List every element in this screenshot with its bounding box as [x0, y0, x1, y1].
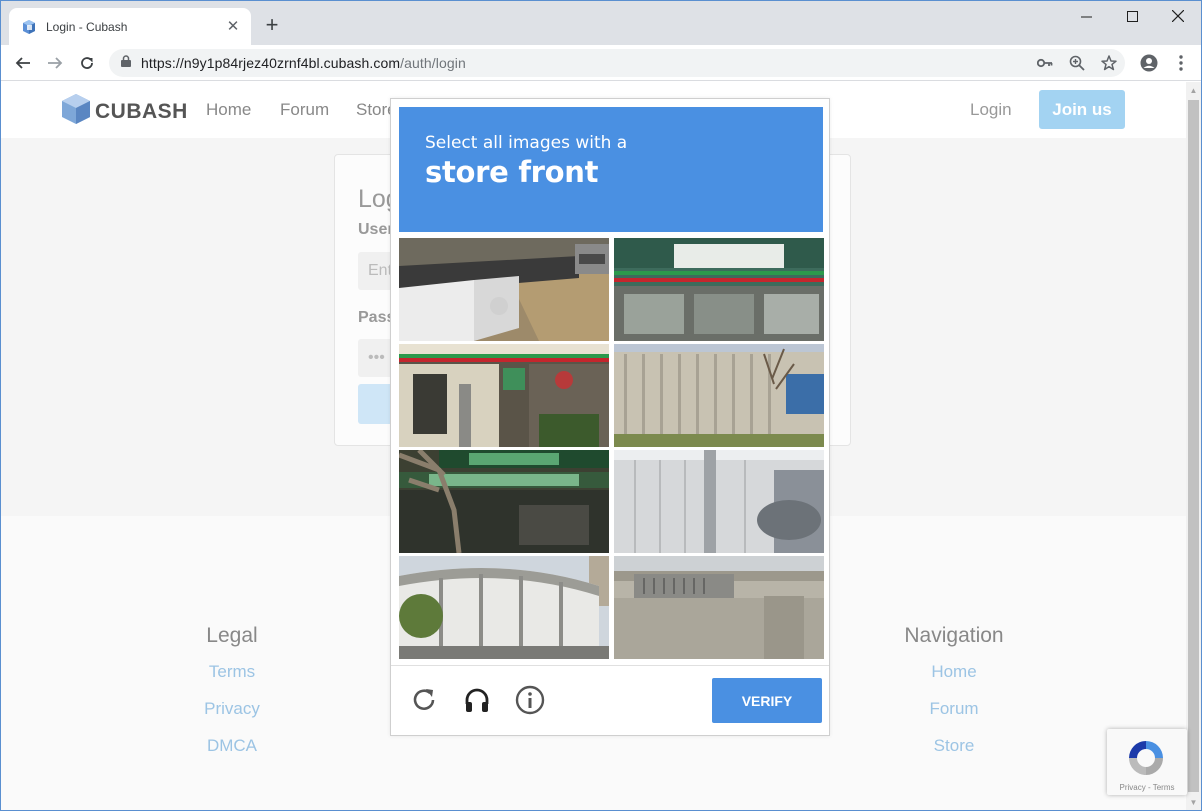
maximize-icon[interactable] [1109, 1, 1155, 31]
forward-icon[interactable] [41, 49, 69, 77]
footer-navigation-heading: Navigation [904, 624, 1004, 647]
captcha-tile-3[interactable] [399, 344, 609, 447]
recaptcha-text[interactable]: Privacy - Terms [1107, 783, 1187, 792]
captcha-tile-7[interactable] [399, 556, 609, 659]
footer-navigation: Navigation Home Forum Store [884, 624, 1024, 764]
browser-toolbar: https://n9y1p84rjez40zrnf4bl.cubash.com/… [1, 45, 1201, 81]
captcha-prompt: Select all images with a [425, 133, 628, 153]
verify-button[interactable]: VERIFY [712, 678, 822, 723]
scroll-up-arrow-icon[interactable]: ▲ [1186, 82, 1201, 99]
bookmark-star-icon[interactable] [1099, 53, 1119, 73]
captcha-tile-6[interactable] [614, 450, 824, 553]
login-link[interactable]: Login [970, 100, 1012, 120]
info-icon[interactable] [514, 684, 546, 716]
key-icon[interactable] [1035, 53, 1055, 73]
captcha-footer: VERIFY [391, 665, 829, 735]
captcha-tile-2[interactable] [614, 238, 824, 341]
url-text: https://n9y1p84rjez40zrnf4bl.cubash.com/… [141, 55, 466, 71]
footer-privacy-link[interactable]: Privacy [162, 690, 302, 727]
logo-text: CUBASH [95, 99, 188, 123]
captcha-tile-1[interactable] [399, 238, 609, 341]
footer-home-link[interactable]: Home [884, 653, 1024, 690]
tab-strip: Login - Cubash ✕ + [1, 1, 1201, 45]
reload-icon[interactable] [73, 49, 101, 77]
footer-forum-link[interactable]: Forum [884, 690, 1024, 727]
browser-window: Login - Cubash ✕ + https://n9y1p84rjez40… [0, 0, 1202, 811]
close-tab-icon[interactable]: ✕ [225, 18, 241, 35]
cubash-favicon-icon [21, 19, 37, 35]
scroll-thumb[interactable] [1188, 100, 1199, 792]
recaptcha-badge[interactable]: Privacy - Terms [1107, 729, 1187, 795]
footer-terms-link[interactable]: Terms [162, 653, 302, 690]
recaptcha-logo-icon [1125, 737, 1167, 784]
captcha-challenge: Select all images with a store front VER… [390, 98, 830, 736]
footer-legal: Legal Terms Privacy DMCA [162, 624, 302, 764]
captcha-tile-5[interactable] [399, 450, 609, 553]
captcha-header: Select all images with a store front [399, 107, 823, 232]
address-bar[interactable]: https://n9y1p84rjez40zrnf4bl.cubash.com/… [109, 49, 1125, 77]
close-window-icon[interactable] [1155, 1, 1201, 31]
more-menu-icon[interactable] [1167, 49, 1195, 77]
cube-logo-icon [61, 93, 91, 130]
back-icon[interactable] [9, 49, 37, 77]
join-us-button[interactable]: Join us [1039, 90, 1125, 129]
footer-dmca-link[interactable]: DMCA [162, 727, 302, 764]
audio-challenge-icon[interactable] [461, 684, 493, 716]
new-tab-icon[interactable]: + [260, 14, 284, 38]
page-scrollbar[interactable]: ▲ ▼ [1186, 82, 1201, 810]
captcha-tile-4[interactable] [614, 344, 824, 447]
browser-tab[interactable]: Login - Cubash ✕ [9, 8, 251, 45]
profile-avatar-icon[interactable] [1135, 49, 1163, 77]
username-label: User [358, 221, 394, 238]
nav-forum[interactable]: Forum [280, 100, 329, 120]
tab-title: Login - Cubash [46, 19, 128, 34]
site-logo[interactable]: CUBASH [61, 93, 188, 130]
captcha-tile-8[interactable] [614, 556, 824, 659]
captcha-target: store front [425, 155, 599, 189]
zoom-icon[interactable] [1067, 53, 1087, 73]
footer-store-link[interactable]: Store [884, 727, 1024, 764]
scroll-down-arrow-icon[interactable]: ▼ [1186, 794, 1201, 810]
footer-legal-heading: Legal [206, 624, 258, 647]
nav-home[interactable]: Home [206, 100, 251, 120]
reload-challenge-icon[interactable] [408, 684, 440, 716]
minimize-icon[interactable] [1063, 1, 1109, 31]
lock-icon [121, 54, 131, 72]
